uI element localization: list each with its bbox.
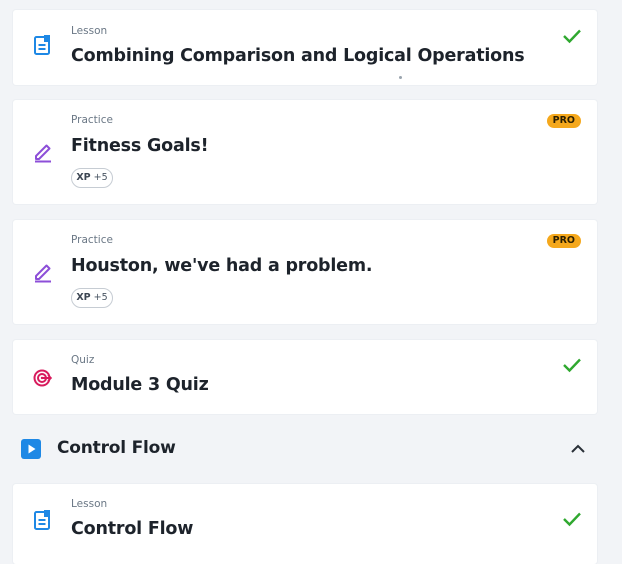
item-type-label: Practice [71, 114, 113, 126]
lesson-document-icon [32, 509, 54, 531]
completed-check-icon [562, 511, 582, 527]
xp-value: +5 [93, 292, 108, 303]
pro-badge: PRO [546, 114, 581, 128]
xp-badge: XP +5 [71, 168, 113, 188]
section-title: Control Flow [57, 438, 176, 458]
lesson-card[interactable]: Lesson Combining Comparison and Logical … [13, 10, 597, 85]
item-title: Module 3 Quiz [71, 375, 209, 395]
item-title: Control Flow [71, 519, 194, 539]
chevron-up-icon[interactable] [569, 441, 587, 455]
section-header[interactable]: Control Flow [0, 425, 622, 473]
xp-label: XP [76, 172, 91, 183]
item-type-label: Practice [71, 234, 113, 246]
item-type-label: Quiz [71, 354, 95, 366]
target-icon [32, 366, 54, 388]
progress-dot [399, 76, 402, 79]
xp-value: +5 [93, 172, 108, 183]
xp-label: XP [76, 292, 91, 303]
lesson-document-icon [32, 34, 54, 56]
quiz-card[interactable]: Quiz Module 3 Quiz [13, 340, 597, 414]
pro-badge: PRO [546, 234, 581, 248]
pencil-icon [32, 261, 54, 283]
completed-check-icon [562, 357, 582, 373]
item-title: Combining Comparison and Logical Operati… [71, 46, 525, 66]
practice-card[interactable]: Practice Houston, we've had a problem. X… [13, 220, 597, 324]
item-type-label: Lesson [71, 25, 108, 37]
xp-badge: XP +5 [71, 288, 113, 308]
completed-check-icon [562, 28, 582, 44]
play-icon [21, 439, 41, 459]
practice-card[interactable]: Practice Fitness Goals! XP +5 PRO [13, 100, 597, 204]
item-type-label: Lesson [71, 498, 108, 510]
item-title: Houston, we've had a problem. [71, 256, 373, 276]
pencil-icon [32, 141, 54, 163]
lesson-card[interactable]: Lesson Control Flow [13, 484, 597, 564]
item-title: Fitness Goals! [71, 136, 209, 156]
